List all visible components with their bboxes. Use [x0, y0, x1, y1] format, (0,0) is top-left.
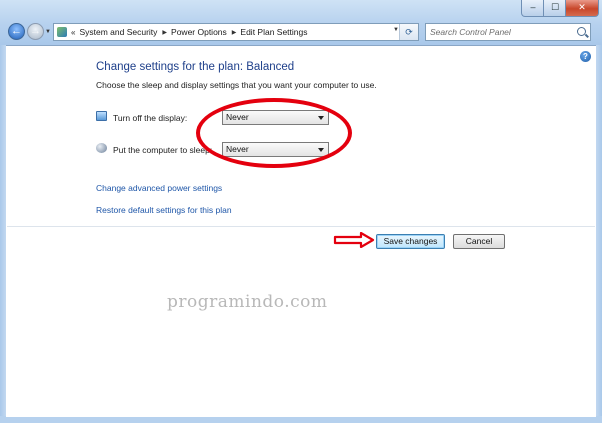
instruction-text: Choose the sleep and display settings th…: [96, 80, 377, 90]
sleep-setting-label: Put the computer to sleep:: [113, 145, 213, 155]
search-icon[interactable]: [577, 27, 586, 36]
advanced-settings-link[interactable]: Change advanced power settings: [96, 183, 222, 193]
breadcrumb-separator-icon[interactable]: ▶: [162, 29, 167, 36]
maximize-button[interactable]: ☐: [543, 0, 567, 17]
address-bar[interactable]: « System and Security ▶ Power Options ▶ …: [53, 23, 419, 41]
watermark-text: programindo.com: [167, 292, 328, 312]
display-setting-label: Turn off the display:: [113, 113, 188, 123]
refresh-button[interactable]: ⟳: [399, 24, 418, 40]
breadcrumb-system-and-security[interactable]: System and Security: [79, 27, 157, 37]
restore-defaults-link[interactable]: Restore default settings for this plan: [96, 205, 232, 215]
page-title: Change settings for the plan: Balanced: [96, 61, 295, 73]
save-changes-button[interactable]: Save changes: [376, 234, 445, 249]
breadcrumb-overflow-icon[interactable]: «: [71, 28, 75, 37]
history-dropdown-icon[interactable]: ▼: [45, 29, 51, 35]
window-border-bottom: [0, 416, 602, 423]
cancel-button[interactable]: Cancel: [453, 234, 505, 249]
minimize-button[interactable]: –: [521, 0, 545, 17]
sleep-moon-icon: [96, 143, 107, 153]
back-button[interactable]: ←: [8, 23, 25, 40]
forward-button[interactable]: →: [27, 23, 44, 40]
display-monitor-icon: [96, 111, 107, 121]
search-input[interactable]: [426, 24, 570, 40]
breadcrumb-edit-plan-settings[interactable]: Edit Plan Settings: [240, 27, 307, 37]
divider: [7, 226, 595, 227]
close-button[interactable]: ✕: [565, 0, 599, 17]
annotation-arrow-icon: [333, 232, 375, 248]
breadcrumb-separator-icon[interactable]: ▶: [232, 29, 237, 36]
search-box[interactable]: [425, 23, 591, 41]
breadcrumb-power-options[interactable]: Power Options: [171, 27, 227, 37]
annotation-ellipse: [196, 98, 352, 168]
window-border-right: [596, 45, 602, 423]
help-icon[interactable]: ?: [580, 51, 591, 62]
control-panel-icon: [57, 27, 67, 37]
